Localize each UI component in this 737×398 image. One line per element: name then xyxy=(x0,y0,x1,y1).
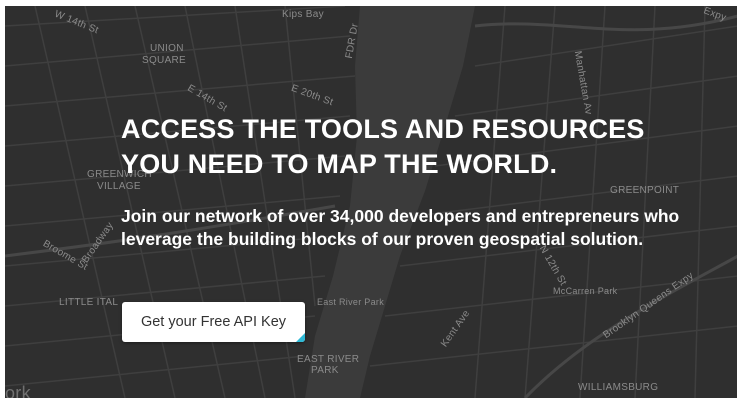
map-background xyxy=(5,6,737,398)
hero-subtext: Join our network of over 34,000 develope… xyxy=(121,206,680,249)
hero-headline-line-1: ACCESS THE TOOLS AND RESOURCES xyxy=(121,114,645,144)
hero-headline: ACCESS THE TOOLS AND RESOURCES YOU NEED … xyxy=(121,112,701,182)
map-label-east-river-park-small: East River Park xyxy=(317,297,385,307)
hero-headline-line-2: YOU NEED TO MAP THE WORLD. xyxy=(121,149,558,179)
map-label-union-square-2: SQUARE xyxy=(142,55,187,66)
map-label-york-partial: ork xyxy=(5,383,31,398)
cta-corner-accent xyxy=(296,333,305,342)
map-label-kips-bay: Kips Bay xyxy=(282,9,324,20)
map-label-east-river-park-2: PARK xyxy=(311,365,339,376)
map-label-greenpoint: GREENPOINT xyxy=(610,185,680,196)
map-label-williamsburg: WILLIAMSBURG xyxy=(578,382,659,393)
map-label-mccarren-park: McCarren Park xyxy=(553,286,618,296)
map-label-greenwich-2: VILLAGE xyxy=(97,181,141,192)
cta-button-label: Get your Free API Key xyxy=(140,314,287,330)
map-label-little-italy: LITTLE ITAL xyxy=(59,297,119,308)
map-label-east-river-park-1: EAST RIVER xyxy=(297,354,360,365)
map-label-union-square-1: UNION xyxy=(150,43,184,54)
get-free-api-key-button[interactable]: Get your Free API Key xyxy=(122,302,305,342)
hero-banner: Kips Bay UNION SQUARE GREENWICH VILLAGE … xyxy=(5,6,737,398)
